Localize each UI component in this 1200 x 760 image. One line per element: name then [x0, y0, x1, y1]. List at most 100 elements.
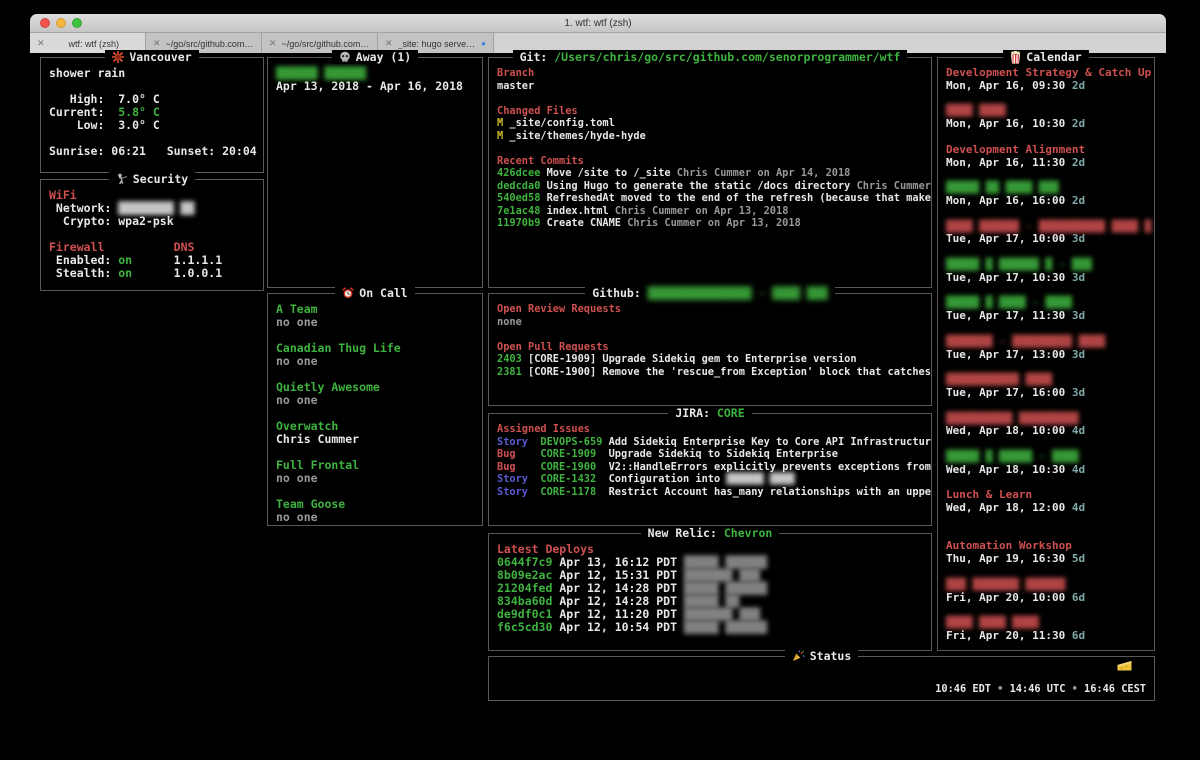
text-line: █████ █ █████ - ████ — [946, 451, 1146, 464]
text-segment: Configuration into — [609, 473, 727, 485]
text-segment: █████ ██ ████ ███ — [946, 181, 1059, 194]
text-segment: 426dcee — [497, 167, 547, 179]
tab-close-icon[interactable]: ✕ — [385, 38, 393, 49]
text-line: 426dcee Move /site to /_site Chris Cumme… — [497, 167, 923, 180]
text-segment: Upgrade Sidekiq to Sidekiq Enterprise — [609, 448, 838, 460]
text-segment: Fri, Apr 20, 10:00 — [946, 591, 1072, 604]
widget-jira: JIRA: CORE Assigned IssuesStory DEVOPS-6… — [488, 413, 932, 526]
text-segment: DNS — [174, 240, 195, 254]
text-segment: ██████ ██████ — [276, 66, 366, 80]
widget-git: Git: /Users/chris/go/src/github.com/seno… — [488, 57, 932, 288]
text-segment: ████████ ██ — [118, 201, 194, 215]
popcorn-icon — [1010, 51, 1021, 64]
widget-calendar: Calendar Development Strategy & Catch Up… — [937, 57, 1155, 651]
text-segment: Using Hugo to generate the static /docs … — [547, 180, 857, 192]
text-segment: CORE-1432 — [540, 473, 608, 485]
text-line: Open Review Requests — [497, 303, 923, 316]
clocks-widget: 10:46 EDT • 14:46 UTC • 16:46 CEST — [935, 683, 1146, 695]
text-line: Stealth: on 1.0.0.1 — [49, 267, 255, 280]
git-title: Git: /Users/chris/go/src/github.com/seno… — [489, 50, 931, 64]
text-segment: Mon, Apr 16, 09:30 — [946, 79, 1072, 92]
text-segment: ███████ ███ — [684, 568, 760, 582]
weather-body: shower rain High: 7.0° CCurrent: 5.8° C … — [41, 58, 263, 172]
text-segment: Network: — [49, 201, 118, 215]
minimize-button[interactable] — [56, 18, 66, 28]
text-segment: Sunrise: 06:21 Sunset: 20:04 — [49, 144, 257, 158]
text-line: Assigned Issues — [497, 423, 923, 436]
text-segment: Quietly Awesome — [276, 380, 380, 394]
text-segment: Recent Commits — [497, 155, 584, 167]
text-line: Tue, Apr 17, 10:30 3d — [946, 272, 1146, 285]
tab-close-icon[interactable]: ✕ — [37, 38, 45, 49]
text-segment: 21204fed — [497, 581, 559, 595]
text-segment: Stealth: — [49, 266, 118, 280]
text-segment: 4d — [1072, 463, 1085, 476]
text-line: no one — [276, 355, 474, 368]
widget-security: Security WiFi Network: ████████ ██ Crypt… — [40, 179, 264, 291]
text-segment: f6c5cd30 — [497, 620, 559, 634]
text-segment: Apr 12, 10:54 PDT — [559, 620, 684, 634]
text-segment: 7e1ac48 — [497, 205, 547, 217]
text-segment: no one — [276, 510, 318, 524]
text-segment: Move /site to /_site — [547, 167, 677, 179]
tab-label: _site: hugo server (zsh) — [398, 39, 477, 49]
away-body: ██████ ██████Apr 13, 2018 - Apr 16, 2018 — [268, 58, 482, 287]
close-button[interactable] — [40, 18, 50, 28]
text-segment: RefreshedAt moved to the end of the refr… — [547, 192, 931, 204]
title-bar: 1. wtf: wtf (zsh) — [30, 14, 1166, 33]
text-segment: Apr 13, 16:12 PDT — [559, 555, 684, 569]
text-segment: █████ █ █████ - ████ — [946, 450, 1078, 463]
text-line: Tue, Apr 17, 10:00 3d — [946, 233, 1146, 246]
text-segment: Development Strategy & Catch Up — [946, 66, 1151, 79]
text-segment: JIRA: — [675, 406, 717, 420]
text-segment: 2403 — [497, 353, 528, 365]
tab-close-icon[interactable]: ✕ — [153, 38, 161, 49]
text-segment: no one — [276, 354, 318, 368]
text-segment: Mon, Apr 16, 11:30 — [946, 156, 1072, 169]
text-line: Story CORE-1178 Restrict Account has_man… — [497, 486, 923, 499]
text-segment: Fri, Apr 20, 11:30 — [946, 629, 1072, 642]
jira-body: Assigned IssuesStory DEVOPS-659 Add Side… — [489, 414, 931, 525]
text-segment: Tue, Apr 17, 11:30 — [946, 309, 1072, 322]
oncall-title: On Call — [268, 286, 482, 302]
text-segment: CORE — [717, 406, 745, 420]
status-title: Status — [489, 649, 1154, 665]
newrelic-body: Latest Deploys0644f7c9 Apr 13, 16:12 PDT… — [489, 534, 931, 650]
text-segment: 834ba60d — [497, 594, 559, 608]
text-line: Apr 13, 2018 - Apr 16, 2018 — [276, 80, 474, 93]
widget-status: Status 10:46 EDT • 14:46 UTC • 16:46 CES… — [488, 656, 1155, 701]
terminal-screen[interactable]: Vancouver shower rain High: 7.0° CCurren… — [30, 53, 1166, 748]
text-line: 10:46 EDT • 14:46 UTC • 16:46 CEST — [935, 683, 1146, 695]
text-line: Mon, Apr 16, 10:30 2d — [946, 118, 1146, 131]
text-line: ███████ - █████████ ████ — [946, 336, 1146, 349]
text-segment: █████ ██████ — [684, 620, 767, 634]
text-segment: Wed, Apr 18, 10:30 — [946, 463, 1072, 476]
text-segment: ███████ - █████████ ████ — [946, 335, 1105, 348]
text-segment: de9df0c1 — [497, 607, 559, 621]
text-line: Chris Cummer — [276, 433, 474, 446]
text-segment: A Team — [276, 302, 318, 316]
fencer-icon — [116, 173, 128, 185]
text-line: no one — [276, 316, 474, 329]
zoom-button[interactable] — [72, 18, 82, 28]
text-segment: Tue, Apr 17, 16:00 — [946, 386, 1072, 399]
text-segment: 3d — [1072, 309, 1085, 322]
text-line: 2381 [CORE-1900] Remove the 'rescue_from… — [497, 366, 923, 379]
text-segment: Tue, Apr 17, 10:00 — [946, 232, 1072, 245]
text-line: Bug CORE-1909 Upgrade Sidekiq to Sidekiq… — [497, 448, 923, 461]
text-segment: master — [497, 80, 534, 92]
text-segment: 11970b9 — [497, 217, 547, 229]
text-line: no one — [276, 511, 474, 524]
text-segment: █████ █ ████ - ████ — [946, 296, 1072, 309]
text-line: Wed, Apr 18, 12:00 4d — [946, 502, 1146, 515]
text-segment: on — [118, 253, 132, 267]
text-line: none — [497, 316, 923, 329]
text-line: f6c5cd30 Apr 12, 10:54 PDT █████ ██████ — [497, 621, 923, 634]
text-line: Open Pull Requests — [497, 341, 923, 354]
text-segment: 8b09e2ac — [497, 568, 559, 582]
text-segment: _site/config.toml — [509, 117, 614, 129]
tab-close-icon[interactable]: ✕ — [269, 38, 277, 49]
text-line: Tue, Apr 17, 13:00 3d — [946, 349, 1146, 362]
text-segment: Enabled: — [49, 253, 118, 267]
text-segment: 3d — [1072, 386, 1085, 399]
